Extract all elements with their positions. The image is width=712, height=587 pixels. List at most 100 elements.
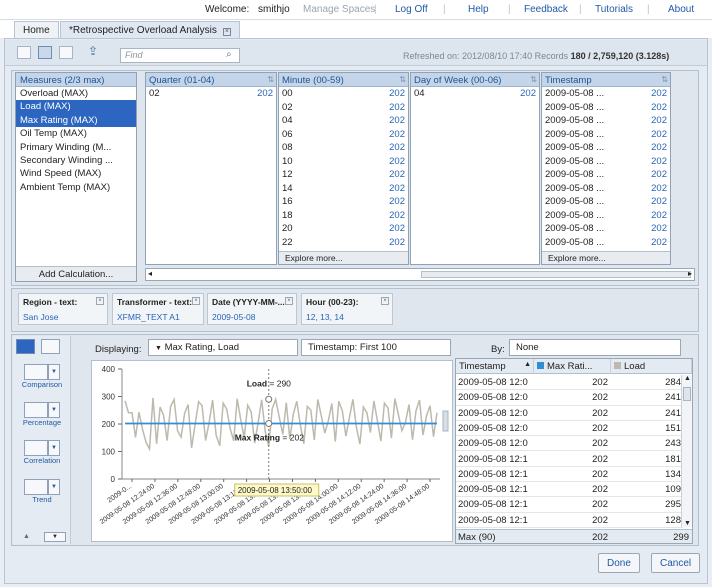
measure-item[interactable]: Load (MAX) [16,100,136,114]
sort-icon[interactable]: ⇅ [530,75,537,84]
list-item[interactable]: 02 202 [146,87,276,101]
measure-item[interactable]: Secondary Winding ... [16,154,136,167]
cancel-button[interactable]: Cancel [651,553,701,573]
list-item[interactable]: 06 202 [279,128,408,142]
column-header[interactable]: Day of Week (00-06) ⇅ [411,73,539,87]
sort-icon[interactable]: ⇅ [267,75,274,84]
measure-item[interactable]: Max Rating (MAX) [16,113,136,128]
horizontal-scrollbar[interactable]: ◂ ▸ [145,268,695,281]
sort-asc-icon[interactable]: ▲ [524,361,531,368]
list-item[interactable]: 2009-05-08 ... 202 [542,182,670,196]
layout-columns-icon[interactable] [59,46,73,59]
close-icon[interactable]: × [285,297,293,305]
measure-item[interactable]: Oil Temp (MAX) [16,127,136,140]
by-select[interactable]: None [509,339,681,356]
explore-more-link[interactable]: Explore more... [279,251,408,264]
table-row[interactable]: 2009-05-08 12:1 202 181 [456,452,683,467]
column-header[interactable]: Timestamp ⇅ [542,73,670,87]
chevron-down-icon[interactable]: ▼ [48,402,60,418]
list-item[interactable]: 08 202 [279,141,408,155]
column-header[interactable]: Minute (00-59) ⇅ [279,73,408,87]
feedback-link[interactable]: Feedback [524,4,568,15]
measure-item[interactable]: Overload (MAX) [16,87,136,100]
chart-type-trend[interactable]: ▼ Trend [15,479,69,504]
scroll-up-icon[interactable]: ▲ [684,375,691,382]
scroll-thumb[interactable] [421,271,691,278]
list-item[interactable]: 2009-05-08 ... 202 [542,114,670,128]
table-row[interactable]: 2009-05-08 12:1 202 109 [456,482,683,498]
explore-more-link[interactable]: Explore more... [542,251,670,264]
scroll-left-icon[interactable]: ◂ [148,269,152,278]
drag-handle-icon[interactable]: ⊟ ⊟ [121,105,131,125]
chevron-down-icon[interactable]: ▼ [48,364,60,380]
table-row[interactable]: 2009-05-08 12:1 202 128 [456,513,683,528]
filter-chip-hour[interactable]: Hour (00-23): 12, 13, 14 × [301,293,393,325]
done-button[interactable]: Done [598,553,640,573]
close-icon[interactable]: × [192,297,200,305]
table-row[interactable]: 2009-05-08 12:0 202 241 [456,406,683,421]
list-item[interactable]: 2009-05-08 ... 202 [542,141,670,155]
list-item[interactable]: 04 202 [411,87,539,101]
list-item[interactable]: 12 202 [279,168,408,182]
close-icon[interactable]: × [222,28,231,36]
list-item[interactable]: 22 202 [279,236,408,250]
list-item[interactable]: 2009-05-08 ... 202 [542,236,670,250]
help-link[interactable]: Help [468,4,489,15]
measure-item[interactable]: Primary Winding (M... [16,141,136,154]
filter-chip-region[interactable]: Region - text: San Jose × [18,293,108,325]
list-item[interactable]: 00 202 [279,87,408,101]
list-item[interactable]: 2009-05-08 ... 202 [542,209,670,223]
log-off-link[interactable]: Log Off [395,4,428,15]
about-link[interactable]: About [668,4,694,15]
column-header-load[interactable]: Load [611,359,692,374]
close-icon[interactable]: × [96,297,104,305]
list-item[interactable]: 04 202 [279,114,408,128]
scroll-thumb[interactable] [683,387,691,401]
find-input[interactable]: Find [120,48,240,63]
list-item[interactable]: 20 202 [279,222,408,236]
scatter-icon[interactable] [24,440,48,456]
search-icon[interactable]: ⌕ [226,49,232,60]
table-row[interactable]: 2009-05-08 12:0 202 284 [456,375,683,391]
chart-type-correlation[interactable]: ▼ Correlation [15,440,69,465]
tutorials-link[interactable]: Tutorials [595,4,633,15]
chart-type-percentage[interactable]: ▼ Percentage [15,402,69,427]
add-calculation-button[interactable]: Add Calculation... [16,266,136,281]
table-row[interactable]: 2009-05-08 12:0 202 241 [456,390,683,406]
manage-spaces-link[interactable]: Manage Spaces [303,4,375,15]
measure-item[interactable]: Wind Speed (MAX) [16,167,136,180]
layout-split-icon[interactable] [38,46,52,59]
list-item[interactable]: 2009-05-08 ... 202 [542,87,670,101]
column-header-timestamp[interactable]: Timestamp ▲ [456,359,534,374]
tab-home[interactable]: Home [14,21,59,39]
list-item[interactable]: 2009-05-08 ... 202 [542,168,670,182]
scroll-right-icon[interactable]: ▸ [688,269,692,278]
list-item[interactable]: 10 202 [279,155,408,169]
trend-chart-svg[interactable]: 01002003004002009-0...2009-05-08 12:24:0… [92,361,452,541]
list-item[interactable]: 14 202 [279,182,408,196]
close-icon[interactable]: × [381,297,389,305]
chart-type-comparison[interactable]: ▼ Comparison [15,364,69,389]
table-row[interactable]: 2009-05-08 12:0 202 151 [456,421,683,437]
list-item[interactable]: 2009-05-08 ... 202 [542,222,670,236]
filter-chip-date[interactable]: Date (YYYY-MM-... 2009-05-08 × [207,293,297,325]
table-view-icon[interactable] [41,339,60,354]
list-item[interactable]: 18 202 [279,209,408,223]
tab-retrospective-overload-analysis[interactable]: *Retrospective Overload Analysis × [60,21,240,39]
table-row[interactable]: 2009-05-08 12:0 202 243 [456,436,683,452]
table-row[interactable]: 2009-05-08 12:1 202 295 [456,497,683,513]
scroll-up-icon[interactable]: ▲ [23,533,30,540]
measure-item[interactable]: Ambient Temp (MAX) [16,181,136,194]
chevron-down-icon[interactable]: ▼ [48,479,60,495]
vertical-scrollbar[interactable]: ▲ ▼ [681,375,692,527]
list-item[interactable]: 2009-05-08 ... 202 [542,101,670,115]
list-item[interactable]: 16 202 [279,195,408,209]
timestamp-select[interactable]: Timestamp: First 100 [301,339,451,356]
table-row[interactable]: 2009-05-08 12:1 202 134 [456,467,683,483]
column-header[interactable]: Quarter (01-04) ⇅ [146,73,276,87]
chart-view-icon[interactable] [16,339,35,354]
export-icon[interactable]: ⇪ [88,45,102,59]
list-item[interactable]: 2009-05-08 ... 202 [542,195,670,209]
sort-icon[interactable]: ⇅ [399,75,406,84]
bar-chart-icon[interactable] [24,364,48,380]
